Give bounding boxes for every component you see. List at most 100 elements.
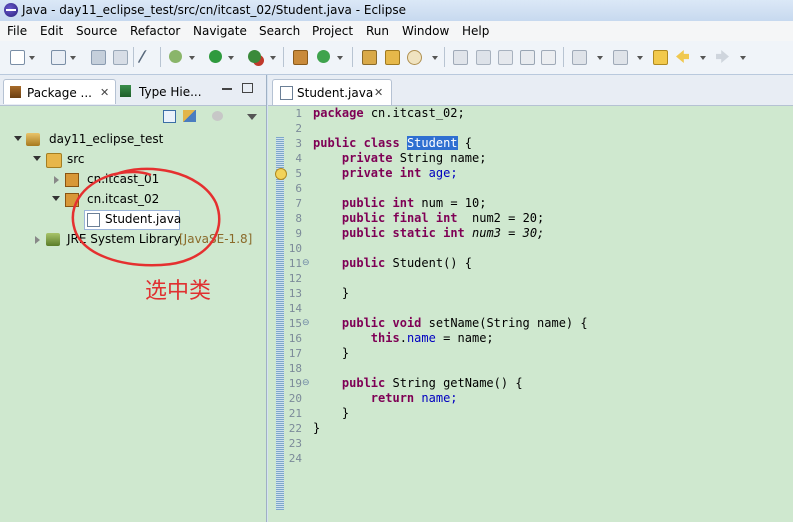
menu-run[interactable]: Run <box>366 24 389 38</box>
menu-project[interactable]: Project <box>312 24 353 38</box>
toggle-mark-icon[interactable] <box>452 49 468 65</box>
line-number: 5 <box>295 167 302 180</box>
run-icon[interactable] <box>208 49 224 65</box>
minimize-icon[interactable] <box>222 88 232 90</box>
previous-annotation-icon[interactable] <box>612 49 628 65</box>
show-source-icon[interactable] <box>540 49 556 65</box>
pin-editor-icon[interactable] <box>475 49 491 65</box>
external-tools-icon[interactable] <box>247 49 263 65</box>
code-line[interactable]: public String getName() { <box>313 376 523 390</box>
forward-icon[interactable] <box>715 49 731 65</box>
save-all-icon[interactable] <box>112 49 128 65</box>
line-number: 6 <box>295 182 302 195</box>
line-number: 14 <box>288 302 302 315</box>
new-java-package-icon[interactable] <box>292 49 308 65</box>
code-line[interactable]: public void setName(String name) { <box>313 316 588 330</box>
package-explorer-toolbar <box>0 106 266 128</box>
open-type-icon[interactable] <box>361 49 377 65</box>
menu-navigate[interactable]: Navigate <box>193 24 247 38</box>
code-line[interactable]: return name; <box>313 391 458 405</box>
code-line[interactable]: public static int num3 = 30; <box>313 226 544 240</box>
selected-class-name: Student <box>406 136 458 150</box>
menu-refactor[interactable]: Refactor <box>130 24 180 38</box>
tab-type-hierarchy[interactable]: Type Hie... <box>117 79 215 103</box>
line-number: 18 <box>288 362 302 375</box>
code-line[interactable]: } <box>313 421 320 435</box>
menu-edit[interactable]: Edit <box>40 24 63 38</box>
code-line[interactable]: } <box>313 406 349 420</box>
type-hierarchy-icon <box>120 85 131 97</box>
window-title: Java - day11_eclipse_test/src/cn/itcast_… <box>22 3 406 17</box>
title-bar: Java - day11_eclipse_test/src/cn/itcast_… <box>0 0 793 21</box>
close-icon[interactable]: ✕ <box>100 86 109 99</box>
tab-type-hierarchy-label: Type Hie... <box>139 85 202 99</box>
java-file-icon <box>280 86 293 100</box>
line-number: 19 <box>288 377 302 390</box>
code-line[interactable]: } <box>313 286 349 300</box>
line-number: 1 <box>295 107 302 120</box>
library-icon <box>46 233 60 246</box>
code-line[interactable]: } <box>313 346 349 360</box>
code-line[interactable]: public class Student { <box>313 136 472 150</box>
code-line[interactable]: package cn.itcast_02; <box>313 106 465 120</box>
code-line[interactable]: this.name = name; <box>313 331 494 345</box>
view-menu-icon[interactable] <box>247 114 257 120</box>
java-project-icon <box>26 133 40 146</box>
line-number: 2 <box>295 122 302 135</box>
main-toolbar <box>0 41 793 75</box>
line-number: 8 <box>295 212 302 225</box>
new-icon[interactable] <box>9 49 25 65</box>
line-number: 10 <box>288 242 302 255</box>
close-icon[interactable]: ✕ <box>374 86 383 99</box>
java-editor: Student.java ✕ 1 2 3 4 5 6 7 8 9 10 11 1… <box>268 75 793 522</box>
new-java-class-icon[interactable] <box>316 49 332 65</box>
line-number: 24 <box>288 452 302 465</box>
eclipse-icon <box>4 3 18 17</box>
save-icon[interactable] <box>90 49 106 65</box>
code-line[interactable]: private String name; <box>313 151 487 165</box>
line-number: 11 <box>288 257 302 270</box>
fold-icon[interactable]: ⊖ <box>302 378 310 388</box>
maximize-icon[interactable] <box>242 83 253 93</box>
menu-source[interactable]: Source <box>76 24 117 38</box>
collapse-all-icon[interactable] <box>163 110 176 123</box>
menu-file[interactable]: File <box>7 24 27 38</box>
next-annotation-icon[interactable] <box>571 49 587 65</box>
fold-icon[interactable]: ⊖ <box>302 258 310 268</box>
skip-breakpoints-icon[interactable] <box>137 49 160 65</box>
search-icon[interactable] <box>406 49 422 65</box>
code-line[interactable]: private int age; <box>313 166 458 180</box>
filters-icon[interactable] <box>212 111 223 121</box>
line-number: 21 <box>288 407 302 420</box>
menu-window[interactable]: Window <box>402 24 449 38</box>
tab-package-explorer[interactable]: Package ... ✕ <box>3 79 116 104</box>
line-number: 16 <box>288 332 302 345</box>
link-with-editor-icon[interactable] <box>183 110 196 122</box>
show-whitespace-icon[interactable] <box>497 49 513 65</box>
code-line[interactable]: public final int num2 = 20; <box>313 211 544 225</box>
line-number: 3 <box>295 137 302 150</box>
open-folder-icon[interactable] <box>384 49 400 65</box>
debug-icon[interactable] <box>168 49 184 65</box>
line-number: 17 <box>288 347 302 360</box>
block-selection-icon[interactable] <box>519 49 535 65</box>
tab-package-explorer-label: Package ... <box>27 86 92 100</box>
line-number: 4 <box>295 152 302 165</box>
left-panel-tabs: Package ... ✕ Type Hie... <box>0 75 266 106</box>
last-edit-location-icon[interactable] <box>652 49 668 65</box>
annotation-text: 选中类 <box>145 279 212 304</box>
code-line[interactable]: public int num = 10; <box>313 196 487 210</box>
overview-ruler <box>276 137 284 510</box>
red-circle-annotation <box>71 167 221 267</box>
new-project-icon[interactable] <box>50 49 66 65</box>
fold-icon[interactable]: ⊖ <box>302 318 310 328</box>
menu-search[interactable]: Search <box>259 24 300 38</box>
code-line[interactable]: public Student() { <box>313 256 472 270</box>
line-number: 23 <box>288 437 302 450</box>
editor-tab-label: Student.java <box>297 86 374 100</box>
tab-student-java[interactable]: Student.java ✕ <box>272 79 392 105</box>
menu-help[interactable]: Help <box>462 24 489 38</box>
back-icon[interactable] <box>675 49 691 65</box>
tree-project-label: day11_eclipse_test <box>49 132 164 146</box>
line-number: 20 <box>288 392 302 405</box>
